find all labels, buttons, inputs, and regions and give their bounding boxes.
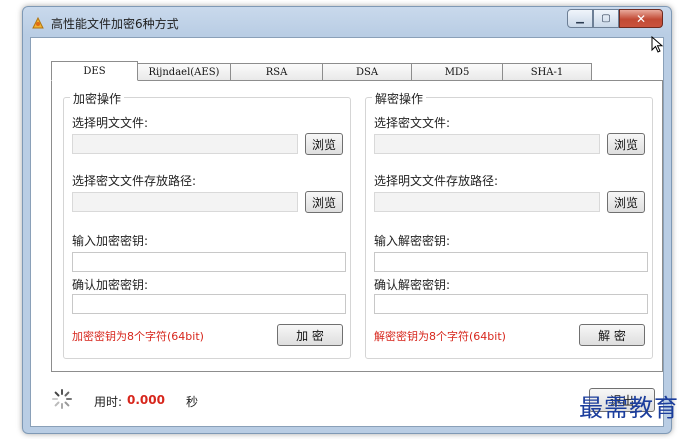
- status-bar: 用时: 0.000 秒 退出: [31, 376, 663, 426]
- decrypt-key-hint: 解密密钥为8个字符(64bit): [374, 330, 506, 343]
- window-title: 高性能文件加密6种方式: [51, 17, 179, 31]
- encrypt-key-hint: 加密密钥为8个字符(64bit): [72, 330, 204, 343]
- loading-spinner-icon: [52, 389, 72, 409]
- plain-file-label: 选择明文文件:: [72, 116, 149, 130]
- tab-sha1[interactable]: SHA-1: [503, 63, 592, 81]
- app-icon: [32, 16, 44, 29]
- cipher-path-label: 选择密文文件存放路径:: [72, 174, 197, 188]
- elapsed-time-label: 用时:: [94, 395, 123, 409]
- close-icon: ✕: [635, 11, 647, 26]
- close-button[interactable]: ✕: [619, 9, 663, 28]
- watermark-text: 最需教育: [579, 394, 679, 422]
- title-bar[interactable]: 高性能文件加密6种方式 ▁ ▢ ✕: [23, 7, 671, 37]
- browse-cipher-file-button[interactable]: 浏览: [607, 133, 645, 155]
- plain-file-field[interactable]: [72, 134, 298, 154]
- window-controls: ▁ ▢ ✕: [567, 9, 663, 29]
- client-area: DES Rijndael(AES) RSA DSA MD5 SHA-1 加密操作…: [30, 37, 664, 427]
- decrypt-confirm-input[interactable]: [374, 294, 648, 314]
- tab-rsa[interactable]: RSA: [231, 63, 323, 81]
- browse-plain-file-button[interactable]: 浏览: [305, 133, 343, 155]
- decrypt-key-label: 输入解密密钥:: [374, 234, 451, 248]
- maximize-button[interactable]: ▢: [593, 9, 619, 28]
- encrypt-confirm-input[interactable]: [72, 294, 346, 314]
- elapsed-time-unit: 秒: [186, 395, 199, 409]
- decrypt-button[interactable]: 解 密: [579, 324, 645, 346]
- plain-path-field[interactable]: [374, 192, 600, 212]
- tab-rijndael-aes[interactable]: Rijndael(AES): [138, 63, 231, 81]
- encrypt-key-input[interactable]: [72, 252, 346, 272]
- browse-plain-path-button[interactable]: 浏览: [607, 191, 645, 213]
- encrypt-group-legend: 加密操作: [70, 90, 125, 107]
- encrypt-button[interactable]: 加 密: [277, 324, 343, 346]
- decrypt-group: 解密操作 选择密文文件: 浏览 选择明文文件存放路径: 浏览 输入解密密钥: 确…: [365, 90, 653, 359]
- maximize-icon: ▢: [601, 13, 611, 24]
- tab-des[interactable]: DES: [51, 61, 138, 81]
- decrypt-confirm-label: 确认解密密钥:: [374, 278, 451, 292]
- encrypt-confirm-label: 确认加密密钥:: [72, 278, 149, 292]
- minimize-button[interactable]: ▁: [567, 9, 593, 28]
- encrypt-group: 加密操作 选择明文文件: 浏览 选择密文文件存放路径: 浏览 输入加密密钥: 确…: [63, 90, 351, 359]
- plain-path-label: 选择明文文件存放路径:: [374, 174, 499, 188]
- tab-panel-des: 加密操作 选择明文文件: 浏览 选择密文文件存放路径: 浏览 输入加密密钥: 确…: [51, 80, 663, 372]
- browse-cipher-path-button[interactable]: 浏览: [305, 191, 343, 213]
- cipher-file-field[interactable]: [374, 134, 600, 154]
- cipher-file-label: 选择密文文件:: [374, 116, 451, 130]
- encrypt-key-label: 输入加密密钥:: [72, 234, 149, 248]
- decrypt-key-input[interactable]: [374, 252, 648, 272]
- minimize-icon: ▁: [576, 13, 584, 24]
- app-window: 高性能文件加密6种方式 ▁ ▢ ✕ DES Rijndael(AES) RSA …: [22, 6, 672, 434]
- elapsed-time-value: 0.000: [127, 393, 165, 407]
- decrypt-group-legend: 解密操作: [372, 90, 427, 107]
- cipher-path-field[interactable]: [72, 192, 298, 212]
- tab-strip: DES Rijndael(AES) RSA DSA MD5 SHA-1: [51, 61, 592, 81]
- tab-dsa[interactable]: DSA: [323, 63, 412, 81]
- tab-md5[interactable]: MD5: [412, 63, 503, 81]
- mouse-cursor-icon: [651, 36, 664, 53]
